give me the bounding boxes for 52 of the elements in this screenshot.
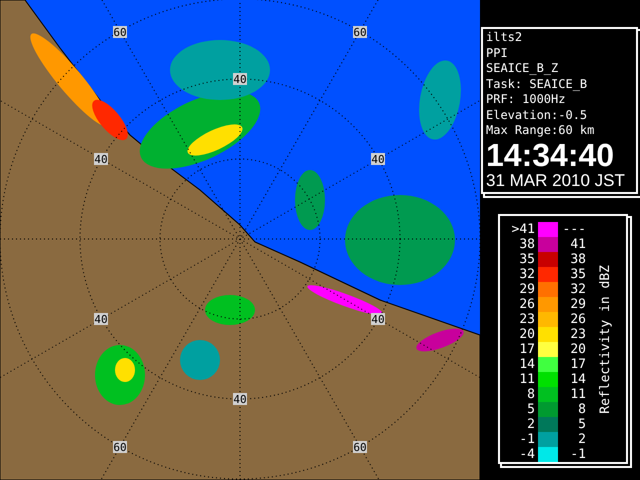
legend-high-value: -1	[569, 446, 586, 462]
legend-high-value: 23	[569, 326, 586, 342]
legend-low-value: 23	[518, 312, 536, 326]
legend-low-value: 14	[518, 356, 536, 372]
range-label: 40	[94, 153, 108, 166]
scan-time: 14:34:40	[486, 138, 616, 170]
legend-high-value: 29	[569, 296, 586, 312]
range-label: 60	[353, 26, 367, 39]
legend-high-value: 35	[569, 266, 586, 282]
legend-high-value: 20	[569, 342, 586, 356]
legend-high-value: 32	[569, 282, 586, 296]
range-label: 40	[233, 73, 247, 86]
legend-high-value: 5	[577, 416, 586, 432]
scan-mode: PPI	[486, 46, 509, 61]
legend-high-value: 26	[569, 312, 586, 326]
legend-low-value: -1	[518, 432, 536, 446]
legend-low-value: 35	[518, 252, 536, 266]
legend-low-value: 17	[518, 342, 536, 356]
scan-date: 31 MAR 2010 JST	[486, 170, 626, 190]
legend-low-value: 26	[518, 296, 536, 312]
legend-low-value: >41	[510, 222, 536, 236]
station-name: ilts2	[486, 30, 524, 46]
legend-low-value: 20	[518, 326, 536, 342]
legend-low-value: 11	[518, 372, 536, 386]
range-label: 60	[353, 441, 367, 454]
range-label: 60	[113, 26, 127, 39]
legend-low-value: 8	[526, 386, 536, 402]
legend-high-value: 8	[577, 402, 586, 416]
range-label: 40	[371, 313, 385, 326]
range-label: 40	[371, 153, 385, 166]
legend-high-value: 11	[569, 386, 586, 402]
legend-low-value: 38	[518, 236, 536, 252]
legend-low-value: 29	[518, 282, 536, 296]
product-name: SEAICE_B_Z	[486, 61, 560, 76]
legend-low-value: 32	[518, 266, 536, 282]
legend-low-value: 2	[526, 416, 536, 432]
max-range: Max Range:60 km	[486, 123, 596, 138]
legend-high-value: 14	[569, 372, 586, 386]
legend-high-value: ---	[562, 222, 586, 236]
range-label: 40	[94, 313, 108, 326]
legend-title: Reflectivity in dBZ	[597, 265, 614, 414]
prf-value: PRF: 1000Hz	[486, 92, 566, 108]
range-label: 40	[233, 393, 247, 406]
elevation-value: Elevation:-0.5	[486, 108, 588, 123]
legend-low-value: 5	[526, 402, 536, 416]
legend-high-value: 38	[569, 252, 586, 266]
legend-high-value: 2	[577, 432, 586, 446]
task-name: Task: SEAICE_B	[486, 76, 588, 92]
range-label: 60	[113, 441, 127, 454]
legend-high-value: 17	[569, 356, 586, 372]
legend-low-value: -4	[518, 446, 536, 462]
legend-high-value: 41	[569, 236, 586, 252]
